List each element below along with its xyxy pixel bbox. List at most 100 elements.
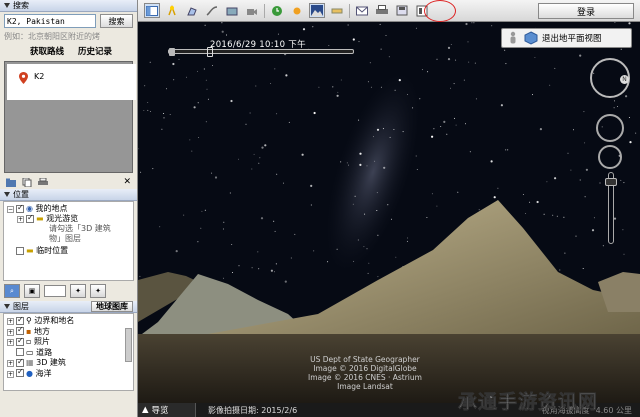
places-section-header[interactable]: 位置 bbox=[0, 189, 137, 201]
sunlight-button[interactable] bbox=[289, 3, 305, 18]
add-path-button[interactable] bbox=[204, 3, 220, 18]
expand-toggle-icon[interactable]: + bbox=[7, 339, 14, 346]
main-toolbar: 登录 bbox=[138, 0, 640, 22]
star bbox=[599, 182, 601, 184]
checkbox[interactable] bbox=[16, 315, 24, 325]
star bbox=[222, 228, 224, 230]
layer-item[interactable]: + ● 海洋 bbox=[7, 367, 130, 380]
places-filter-input[interactable] bbox=[44, 285, 66, 297]
star bbox=[505, 63, 507, 65]
star bbox=[391, 218, 392, 220]
star bbox=[276, 173, 278, 175]
move-joystick[interactable] bbox=[598, 145, 622, 169]
collapse-arrow-icon[interactable] bbox=[4, 3, 10, 8]
expand-toggle-icon[interactable]: + bbox=[7, 328, 14, 336]
tree-item-sightseeing[interactable]: + ▬ 观光游览 bbox=[7, 213, 130, 224]
exit-ground-view-button[interactable]: 退出地平面视图 bbox=[501, 28, 632, 48]
star bbox=[259, 157, 261, 159]
checkbox[interactable] bbox=[16, 336, 24, 346]
historical-imagery-button[interactable] bbox=[269, 3, 285, 18]
earth-3d-view[interactable]: 2016/6/29 10:10 下午 退出地平面视图 N US Dept of … bbox=[138, 22, 640, 403]
sidebar-toggle-button[interactable] bbox=[144, 3, 160, 18]
expand-up-icon: ▲ bbox=[142, 405, 149, 415]
time-slider-handle[interactable] bbox=[207, 47, 213, 57]
expand-toggle-icon[interactable]: + bbox=[7, 360, 14, 367]
expand-toggle-icon[interactable]: + bbox=[7, 370, 14, 378]
move-up-button[interactable]: ✦ bbox=[70, 284, 86, 298]
star bbox=[500, 104, 503, 107]
expand-toggle-icon[interactable]: + bbox=[17, 216, 24, 223]
print-icon[interactable] bbox=[38, 177, 48, 187]
get-route-link[interactable]: 获取路线 bbox=[30, 45, 64, 57]
layer-label: 地方 bbox=[33, 326, 50, 336]
history-link[interactable]: 历史记录 bbox=[78, 45, 112, 57]
sky-view-button[interactable] bbox=[309, 3, 325, 18]
star bbox=[318, 86, 320, 88]
checkbox[interactable] bbox=[16, 348, 24, 356]
star bbox=[359, 163, 362, 166]
collapse-toggle-icon[interactable]: − bbox=[7, 206, 14, 213]
search-section-header[interactable]: 搜索 bbox=[0, 0, 137, 12]
time-slider-start-handle[interactable] bbox=[169, 48, 175, 56]
add-overlay-button[interactable] bbox=[224, 3, 240, 18]
star bbox=[475, 98, 477, 100]
tree-item-temp-places[interactable]: ▬ 临时位置 bbox=[7, 246, 130, 256]
search-section-title: 搜索 bbox=[13, 1, 29, 10]
search-result-item[interactable]: K2 bbox=[7, 64, 136, 100]
star bbox=[149, 111, 151, 112]
collapse-arrow-icon[interactable] bbox=[4, 304, 10, 309]
checkbox[interactable] bbox=[16, 357, 24, 367]
search-button[interactable]: 搜索 bbox=[100, 14, 133, 28]
record-tour-button[interactable] bbox=[244, 3, 260, 18]
save-image-button[interactable] bbox=[394, 3, 410, 18]
checkbox[interactable] bbox=[16, 367, 24, 378]
star bbox=[490, 160, 493, 163]
star bbox=[398, 79, 401, 82]
star bbox=[370, 86, 372, 88]
star bbox=[270, 269, 273, 272]
login-button[interactable]: 登录 bbox=[538, 3, 634, 19]
search-input[interactable] bbox=[4, 14, 96, 28]
copy-icon[interactable] bbox=[22, 177, 32, 187]
star bbox=[358, 41, 360, 43]
time-slider[interactable] bbox=[168, 47, 354, 57]
scrollbar[interactable] bbox=[125, 328, 132, 362]
checkbox[interactable] bbox=[16, 203, 24, 213]
star bbox=[471, 22, 473, 24]
star bbox=[380, 48, 382, 50]
compass-north-button[interactable]: N bbox=[620, 75, 629, 84]
layer-item[interactable]: + ▦ 3D 建筑 bbox=[7, 357, 130, 369]
move-down-button[interactable]: ✦ bbox=[90, 284, 106, 298]
collapse-arrow-icon[interactable] bbox=[4, 192, 10, 197]
star bbox=[229, 192, 231, 194]
tour-guide-button[interactable]: ▲ 导览 bbox=[138, 403, 196, 417]
zoom-slider-handle[interactable] bbox=[605, 178, 617, 186]
star bbox=[253, 153, 255, 155]
star bbox=[255, 85, 257, 87]
checkbox[interactable] bbox=[26, 213, 34, 223]
toolbar-divider bbox=[264, 3, 265, 18]
close-icon[interactable]: ✕ bbox=[123, 177, 131, 187]
layer-item[interactable]: + ⚲ 边界和地名 bbox=[7, 315, 130, 327]
look-joystick[interactable] bbox=[596, 114, 624, 142]
earth-gallery-button[interactable]: 地球图库 bbox=[91, 301, 133, 312]
email-button[interactable] bbox=[354, 3, 370, 18]
folder-icon[interactable] bbox=[6, 178, 16, 187]
star bbox=[554, 67, 556, 69]
layer-item[interactable]: + ▪ 地方 bbox=[7, 325, 130, 338]
checkbox[interactable] bbox=[16, 325, 24, 336]
ruler-button[interactable] bbox=[329, 3, 345, 18]
layer-item[interactable]: ▭ 道路 bbox=[7, 348, 130, 359]
checkbox[interactable] bbox=[16, 246, 24, 255]
print-button[interactable] bbox=[374, 3, 390, 18]
add-polygon-button[interactable] bbox=[184, 3, 200, 18]
search-places-button[interactable]: ⌕ bbox=[4, 284, 20, 298]
star bbox=[175, 250, 178, 253]
star bbox=[625, 95, 628, 98]
layer-item[interactable]: + ▫ 照片 bbox=[7, 336, 130, 348]
arrow-up-icon: ✦ bbox=[75, 287, 81, 295]
toggle-view-button[interactable]: ▣ bbox=[24, 284, 40, 298]
tree-item-my-places[interactable]: −◉ 我的地点 bbox=[7, 203, 130, 214]
expand-toggle-icon[interactable]: + bbox=[7, 318, 14, 325]
add-placemark-button[interactable] bbox=[164, 3, 180, 18]
